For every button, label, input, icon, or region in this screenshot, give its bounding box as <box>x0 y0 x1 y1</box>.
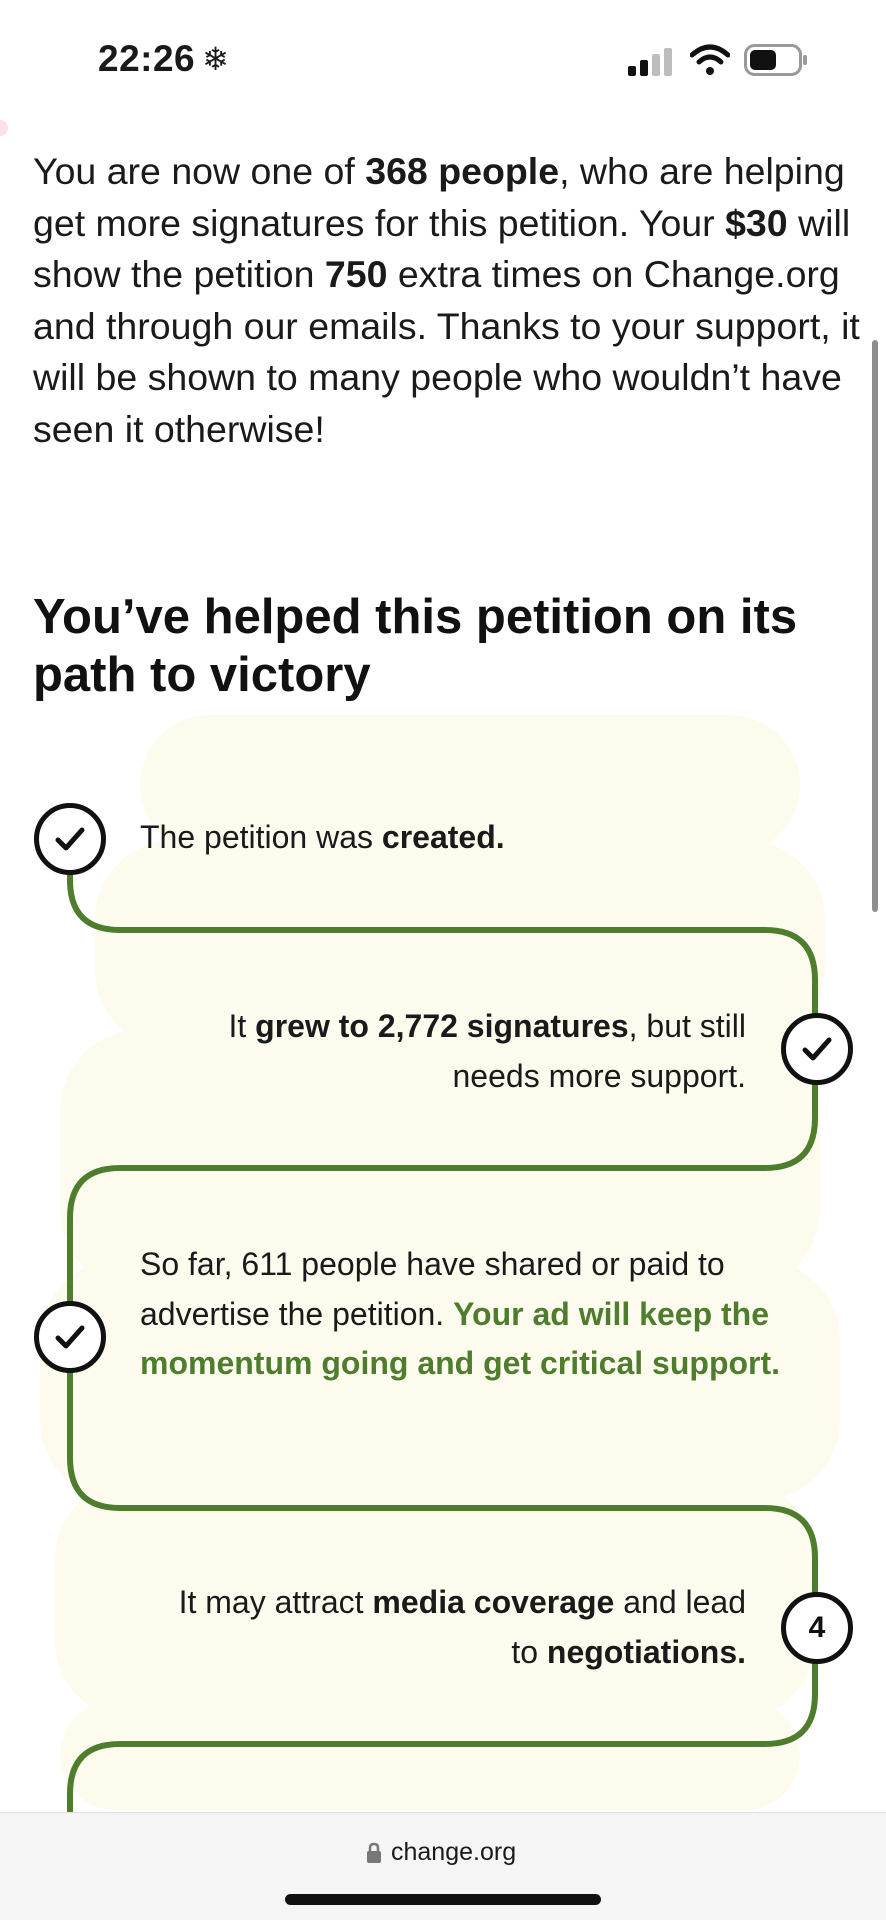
step-1-text: The petition was created. <box>140 813 800 863</box>
home-indicator[interactable] <box>285 1894 601 1905</box>
step-1-check-icon <box>34 803 106 875</box>
step-2-text-bold: grew to 2,772 signatures <box>255 1008 629 1044</box>
scrollbar[interactable] <box>872 340 878 912</box>
step-4-text-bold-2: negotiations. <box>546 1633 746 1670</box>
step-2-text: It grew to 2,772 signatures, but still n… <box>150 1002 746 1101</box>
step-2-text-plain: It <box>228 1008 256 1044</box>
step-3-check-icon <box>34 1301 106 1373</box>
step-3-text: So far, 611 people have shared or paid t… <box>140 1240 790 1389</box>
step-4-text-plain: It may attract <box>178 1584 373 1620</box>
step-1-text-bold: created. <box>381 819 505 855</box>
url-domain[interactable]: change.org <box>391 1838 516 1867</box>
step-2-check-icon <box>781 1013 853 1085</box>
step-4-number-badge: 4 <box>781 1592 853 1664</box>
step-4-number: 4 <box>808 1611 826 1644</box>
step-4-text-bold-1: media coverage <box>372 1584 615 1620</box>
step-1-text-plain: The petition was <box>140 819 382 855</box>
step-4-text: It may attract media coverage and lead t… <box>150 1578 746 1677</box>
lock-icon <box>367 1842 381 1863</box>
